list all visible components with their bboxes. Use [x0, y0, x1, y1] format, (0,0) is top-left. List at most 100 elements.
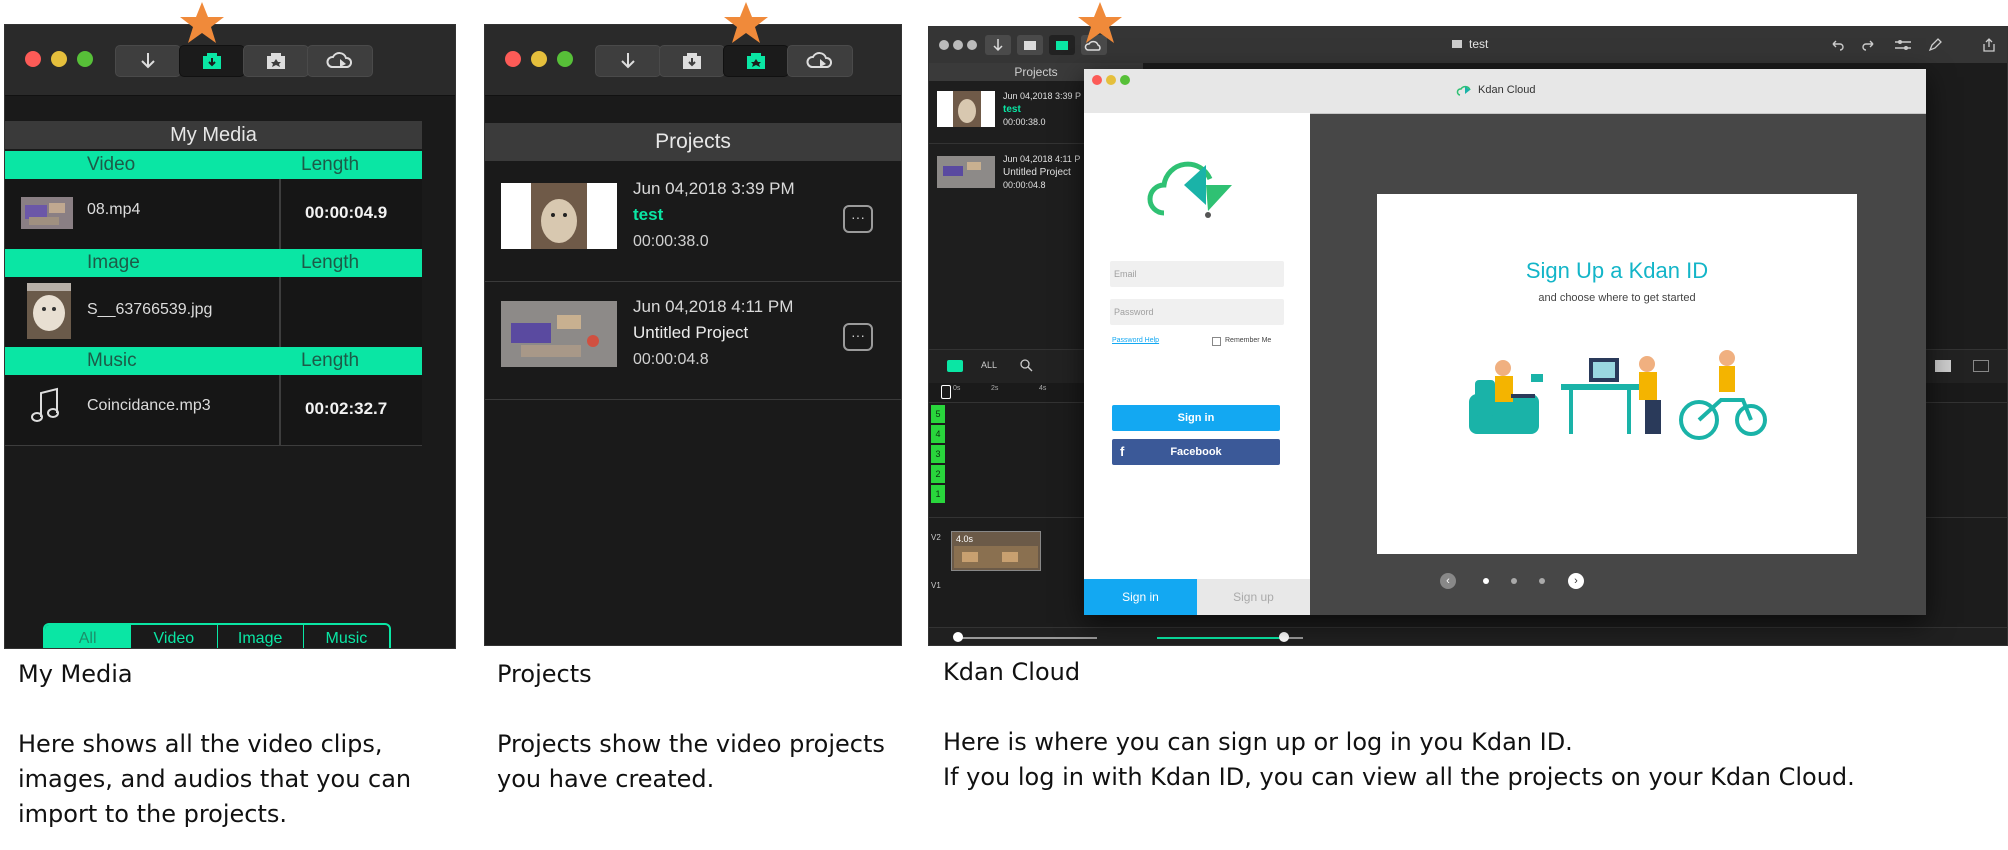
email-field[interactable]: Email: [1110, 261, 1284, 287]
projects-button[interactable]: [243, 45, 309, 77]
minimize-window-button[interactable]: [51, 51, 67, 67]
undo-icon[interactable]: [1829, 37, 1845, 53]
my-media-button[interactable]: [659, 45, 725, 77]
length-header-label: Length: [301, 252, 360, 273]
kdan-cloud-button[interactable]: [787, 45, 853, 77]
kdan-cloud-logo-icon: [1147, 161, 1232, 218]
video-thumbnail: [21, 197, 73, 229]
media-name: Coincidance.mp3: [87, 397, 211, 414]
track-number[interactable]: 5: [931, 405, 945, 423]
minimize-window-button[interactable]: [953, 40, 963, 50]
ruler-tick: 4s: [1039, 385, 1047, 392]
minimize-window-button[interactable]: [531, 51, 547, 67]
carousel-dot[interactable]: [1511, 578, 1517, 584]
project-row[interactable]: Jun 04,2018 4:11 PM Untitled Project 00:…: [485, 281, 901, 400]
zoom-dialog-button[interactable]: [1120, 75, 1130, 85]
close-window-button[interactable]: [25, 51, 41, 67]
project-name: test: [1003, 104, 1021, 115]
caption-line: If you log in with Kdan ID, you can view…: [943, 763, 1855, 791]
share-icon[interactable]: [1981, 37, 1997, 53]
edit-pen-icon[interactable]: [1927, 37, 1943, 53]
settings-sliders-icon[interactable]: [1893, 37, 1913, 53]
cloud-icon: [326, 52, 353, 68]
redo-icon[interactable]: [1861, 37, 1877, 53]
list-item[interactable]: S__63766539.jpg: [5, 277, 422, 347]
timeline-mode-button[interactable]: [947, 360, 963, 372]
track-number[interactable]: 1: [931, 485, 945, 503]
ruler-tick: 2s: [991, 385, 999, 392]
project-thumbnail: [937, 91, 995, 127]
caption-line: Here is where you can sign up or log in …: [943, 728, 1573, 756]
facebook-button-label: Facebook: [1170, 446, 1222, 458]
zoom-slider-track[interactable]: [959, 637, 1097, 639]
more-options-button[interactable]: ···: [843, 205, 873, 233]
zoom-window-button[interactable]: [557, 51, 573, 67]
project-thumbnail: [501, 183, 617, 249]
list-item[interactable]: 08.mp4 00:00:04.9: [5, 179, 422, 249]
more-options-button[interactable]: ···: [843, 323, 873, 351]
remember-me-checkbox[interactable]: [1212, 337, 1221, 346]
filter-all[interactable]: All: [45, 625, 131, 648]
volume-slider-knob[interactable]: [1279, 632, 1289, 642]
project-date: Jun 04,2018 3:39 PM: [633, 179, 795, 198]
search-icon[interactable]: [1019, 358, 1033, 372]
minimize-dialog-button[interactable]: [1106, 75, 1116, 85]
tab-sign-up[interactable]: Sign up: [1197, 579, 1310, 615]
music-section-header: Music Length: [5, 347, 422, 375]
carousel-dot[interactable]: [1539, 578, 1545, 584]
video-section-header: Video Length: [5, 151, 422, 179]
password-help-link[interactable]: Password Help: [1112, 337, 1159, 344]
card-subtitle: and choose where to get started: [1538, 292, 1696, 304]
media-name: S__63766539.jpg: [87, 301, 213, 318]
sign-in-button[interactable]: Sign in: [1112, 405, 1280, 431]
project-date: Jun 04,2018 4:11 PM: [633, 297, 794, 316]
filter-video[interactable]: Video: [130, 625, 216, 648]
toolbar: [485, 25, 901, 96]
my-media-button[interactable]: [179, 45, 245, 77]
bottom-bar: [929, 627, 2007, 645]
projects-button[interactable]: [1049, 35, 1075, 55]
film-icon: [1452, 40, 1462, 48]
filter-music[interactable]: Music: [302, 625, 389, 648]
facebook-login-button[interactable]: f Facebook: [1112, 439, 1280, 465]
kdan-cloud-caption-body: Here is where you can sign up or log in …: [943, 725, 1855, 795]
filter-image[interactable]: Image: [216, 625, 303, 648]
timeline-filter-select[interactable]: ALL: [981, 360, 997, 370]
track-number[interactable]: 3: [931, 445, 945, 463]
snapshot-button[interactable]: [1973, 360, 1989, 372]
zoom-window-button[interactable]: [967, 40, 977, 50]
track-label-v2: V2: [931, 533, 941, 542]
projects-button[interactable]: [723, 45, 789, 77]
fit-timeline-button[interactable]: [1935, 360, 1951, 372]
project-row[interactable]: Jun 04,2018 3:39 PM test 00:00:38.0 ···: [485, 163, 901, 282]
password-field[interactable]: Password: [1110, 299, 1284, 325]
media-filter-segmented-control: All Video Image Music: [43, 623, 391, 648]
projects-caption-title: Projects: [497, 660, 592, 688]
tab-sign-in[interactable]: Sign in: [1084, 579, 1197, 615]
close-dialog-button[interactable]: [1092, 75, 1102, 85]
media-import-icon: [683, 53, 701, 69]
carousel-dot[interactable]: [1483, 578, 1489, 584]
window-title: test: [1469, 37, 1489, 51]
download-button[interactable]: [985, 35, 1011, 55]
project-thumbnail: [937, 156, 995, 188]
zoom-window-button[interactable]: [77, 51, 93, 67]
playhead-handle[interactable]: [941, 385, 951, 399]
zoom-slider-knob[interactable]: [953, 632, 963, 642]
kdan-cloud-button[interactable]: [307, 45, 373, 77]
download-button[interactable]: [115, 45, 181, 77]
close-window-button[interactable]: [505, 51, 521, 67]
timeline-clip[interactable]: 4.0s: [951, 531, 1041, 571]
carousel-next-button[interactable]: ›: [1568, 573, 1584, 589]
track-number[interactable]: 2: [931, 465, 945, 483]
my-media-button[interactable]: [1017, 35, 1043, 55]
track-number[interactable]: 4: [931, 425, 945, 443]
media-import-icon: [203, 53, 221, 69]
media-import-icon: [1024, 41, 1036, 50]
cloud-icon: [806, 52, 833, 68]
carousel-prev-button[interactable]: ‹: [1440, 573, 1456, 589]
list-item[interactable]: Coincidance.mp3 00:02:32.7: [5, 375, 422, 445]
download-button[interactable]: [595, 45, 661, 77]
close-window-button[interactable]: [939, 40, 949, 50]
media-length: 00:02:32.7: [305, 399, 388, 418]
